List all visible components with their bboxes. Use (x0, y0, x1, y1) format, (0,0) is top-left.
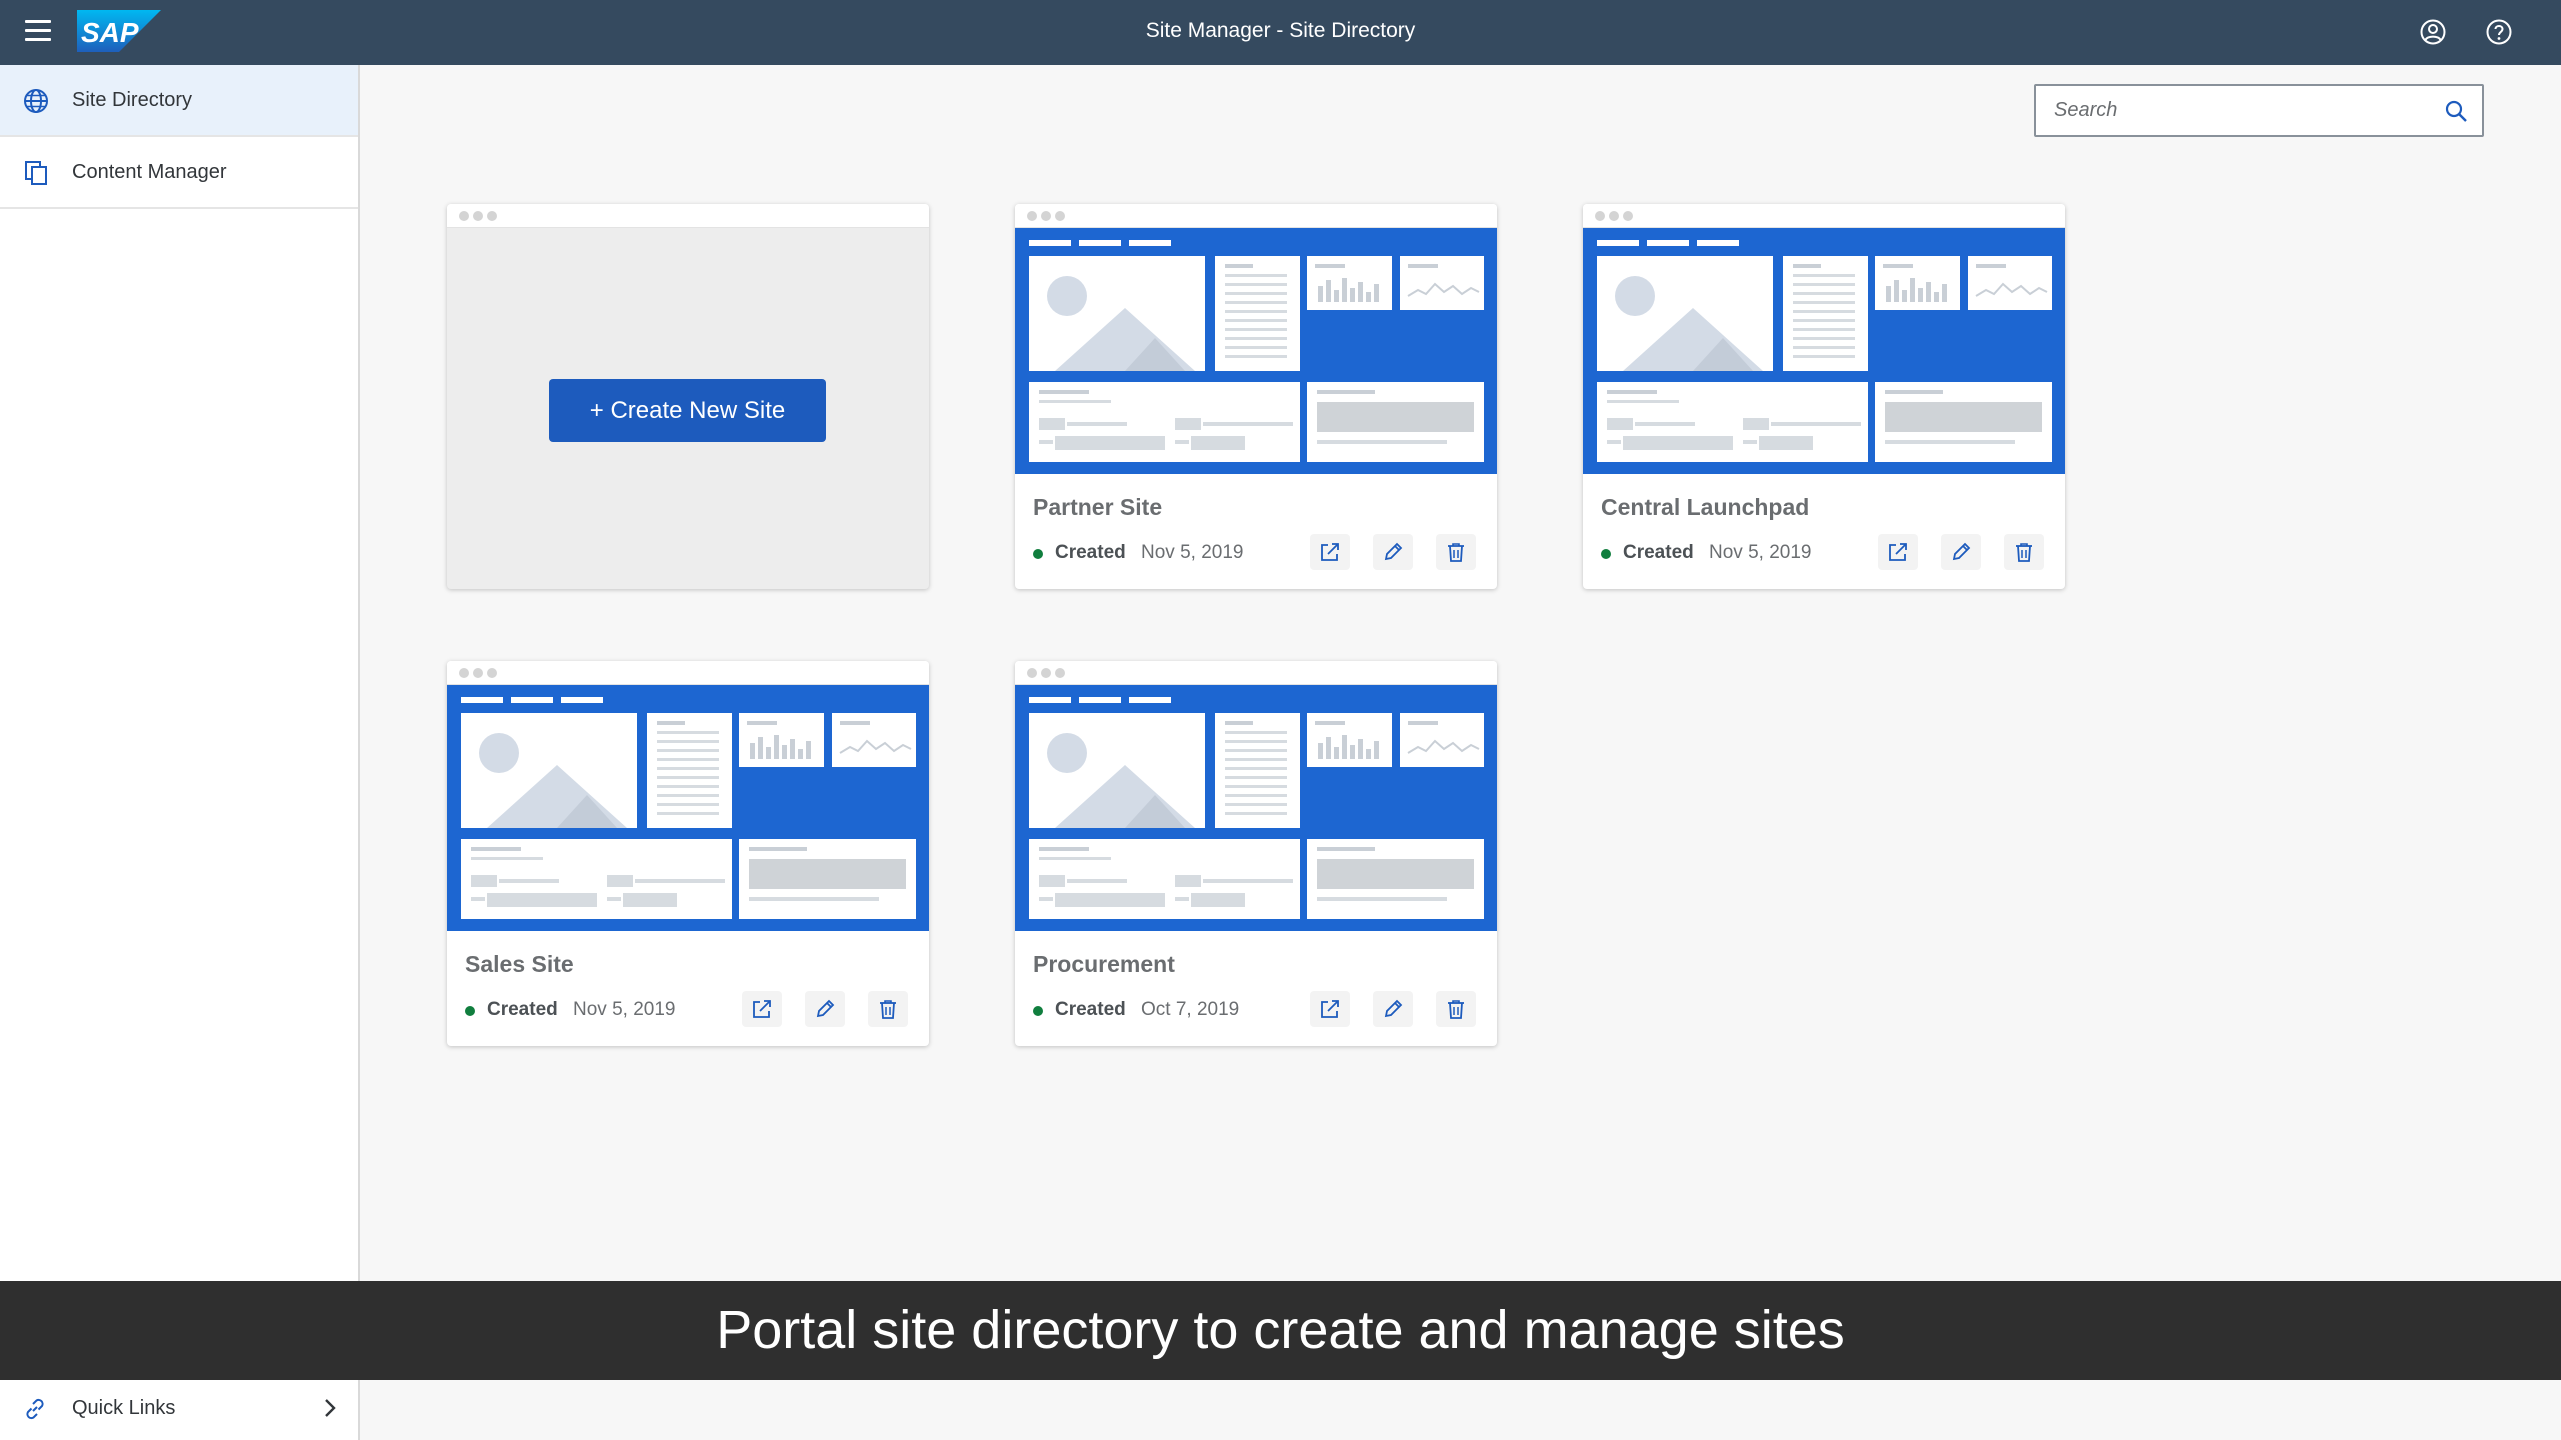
site-name[interactable]: Partner Site (1033, 494, 1162, 521)
site-card[interactable]: Procurement Created Oct 7, 2019 (1015, 661, 1497, 1046)
open-site-button[interactable] (1878, 534, 1918, 570)
created-date: Oct 7, 2019 (1141, 999, 1240, 1020)
search-input[interactable] (2036, 86, 2426, 135)
globe-icon (24, 89, 48, 113)
trash-icon (1448, 543, 1464, 562)
pencil-icon (1384, 542, 1403, 561)
site-preview-thumbnail (447, 685, 929, 931)
site-card[interactable]: Central Launchpad Created Nov 5, 2019 (1583, 204, 2065, 589)
status-label: Created (1623, 542, 1694, 563)
open-site-button[interactable] (742, 991, 782, 1027)
created-date: Nov 5, 2019 (1141, 542, 1244, 563)
caption-banner: Portal site directory to create and mana… (0, 1281, 2561, 1380)
site-card[interactable]: Sales Site Created Nov 5, 2019 (447, 661, 929, 1046)
trash-icon (880, 1000, 896, 1019)
search-field[interactable] (2034, 84, 2484, 137)
site-preview-thumbnail (1015, 228, 1497, 474)
created-date: Nov 5, 2019 (1709, 542, 1812, 563)
external-link-icon (1889, 543, 1907, 561)
external-link-icon (753, 1000, 771, 1018)
open-site-button[interactable] (1310, 534, 1350, 570)
shell-title: Site Manager - Site Directory (1145, 19, 1416, 42)
open-site-button[interactable] (1310, 991, 1350, 1027)
card-window-bar (447, 661, 929, 685)
help-icon[interactable] (2485, 18, 2513, 46)
site-name[interactable]: Central Launchpad (1601, 494, 1809, 521)
sidebar-item-site-directory[interactable]: Site Directory (0, 65, 358, 137)
sidebar-item-label: Site Directory (72, 89, 193, 111)
pencil-icon (816, 999, 835, 1018)
status-label: Created (1055, 999, 1126, 1020)
delete-site-button[interactable] (868, 991, 908, 1027)
edit-site-button[interactable] (1941, 534, 1981, 570)
site-name[interactable]: Sales Site (465, 951, 574, 978)
status-dot (1033, 1006, 1043, 1016)
site-preview-thumbnail (1583, 228, 2065, 474)
pencil-icon (1952, 542, 1971, 561)
status-dot (465, 1006, 475, 1016)
delete-site-button[interactable] (1436, 534, 1476, 570)
edit-site-button[interactable] (1373, 991, 1413, 1027)
search-icon[interactable] (2444, 99, 2468, 123)
card-window-bar (447, 204, 929, 228)
chevron-right-icon (325, 1399, 336, 1417)
trash-icon (2016, 543, 2032, 562)
external-link-icon (1321, 543, 1339, 561)
edit-site-button[interactable] (1373, 534, 1413, 570)
copy-icon (25, 161, 47, 185)
edit-site-button[interactable] (805, 991, 845, 1027)
create-new-site-button[interactable]: + Create New Site (549, 379, 826, 442)
quick-links-item[interactable]: Quick Links (0, 1377, 358, 1439)
trash-icon (1448, 1000, 1464, 1019)
delete-site-button[interactable] (2004, 534, 2044, 570)
status-dot (1033, 549, 1043, 559)
site-preview-thumbnail (1015, 685, 1497, 931)
card-window-bar (1015, 204, 1497, 228)
pencil-icon (1384, 999, 1403, 1018)
user-icon[interactable] (2419, 18, 2447, 46)
shell-bar: SAP Site Manager - Site Directory (0, 0, 2561, 65)
sidebar-item-content-manager[interactable]: Content Manager (0, 137, 358, 209)
site-card[interactable]: Partner Site Created Nov 5, 2019 (1015, 204, 1497, 589)
card-window-bar (1015, 661, 1497, 685)
created-date: Nov 5, 2019 (573, 999, 676, 1020)
quick-links-label: Quick Links (72, 1397, 176, 1419)
status-label: Created (487, 999, 558, 1020)
caption-text: Portal site directory to create and mana… (716, 1300, 1845, 1360)
external-link-icon (1321, 1000, 1339, 1018)
side-navigation: Site Directory Content Manager Quick Lin… (0, 65, 360, 1440)
sidebar-item-label: Content Manager (72, 161, 227, 183)
status-dot (1601, 549, 1611, 559)
delete-site-button[interactable] (1436, 991, 1476, 1027)
link-icon (26, 1398, 44, 1420)
status-label: Created (1055, 542, 1126, 563)
site-name[interactable]: Procurement (1033, 951, 1175, 978)
card-window-bar (1583, 204, 2065, 228)
create-site-card: + Create New Site (447, 204, 929, 589)
